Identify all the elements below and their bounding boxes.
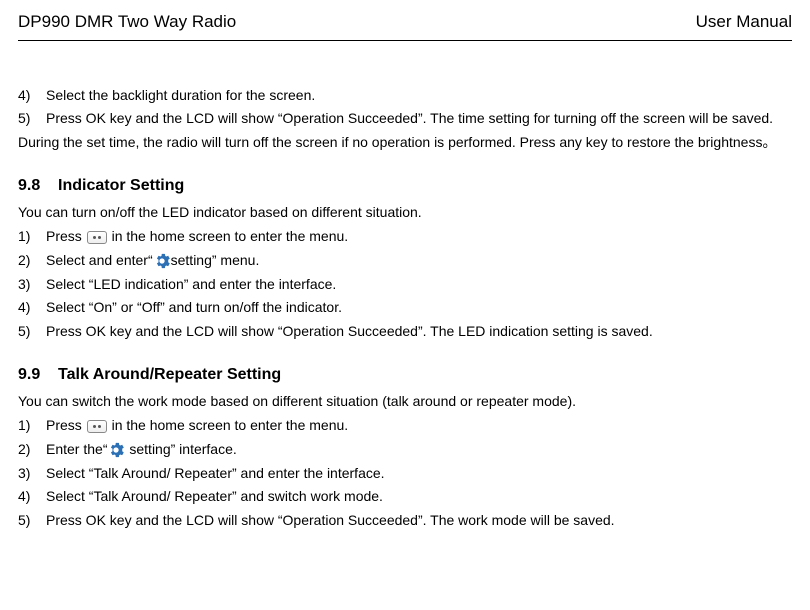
list-item: 5)Press OK key and the LCD will show “Op…: [18, 109, 792, 129]
list-number: 2): [18, 440, 46, 460]
gear-icon: [153, 251, 171, 271]
list-item: 4)Select the backlight duration for the …: [18, 86, 792, 106]
list-number: 4): [18, 487, 46, 507]
list-number: 5): [18, 511, 46, 531]
list-text: setting” interface.: [125, 441, 236, 457]
menu-key-icon: [86, 416, 108, 436]
list-item: 2)Select and enter“ setting” menu.: [18, 251, 792, 271]
list-item: 3)Select “Talk Around/ Repeater” and ent…: [18, 464, 792, 484]
section-number: 9.9: [18, 366, 40, 383]
list-text: Press OK key and the LCD will show “Oper…: [46, 110, 773, 126]
page-header: DP990 DMR Two Way Radio User Manual: [18, 10, 792, 41]
list-number: 5): [18, 322, 46, 342]
list-item: 4)Select “On” or “Off” and turn on/off t…: [18, 298, 792, 318]
section-heading: 9.9 Talk Around/Repeater Setting: [18, 364, 792, 386]
list-number: 2): [18, 251, 46, 271]
list-item: 3)Select “LED indication” and enter the …: [18, 275, 792, 295]
header-doc-title: User Manual: [696, 10, 792, 34]
list-text: Select “Talk Around/ Repeater” and switc…: [46, 488, 383, 504]
list-text: Press OK key and the LCD will show “Oper…: [46, 323, 653, 339]
list-text: Select and enter“: [46, 252, 153, 268]
document-body: 4)Select the backlight duration for the …: [18, 86, 792, 531]
list-text: Press: [46, 228, 82, 244]
list-number: 1): [18, 227, 46, 247]
list-item: 5)Press OK key and the LCD will show “Op…: [18, 322, 792, 342]
list-number: 3): [18, 464, 46, 484]
list-text: Select “On” or “Off” and turn on/off the…: [46, 299, 342, 315]
list-text: Select “LED indication” and enter the in…: [46, 276, 336, 292]
list-item: 1)Press in the home screen to enter the …: [18, 227, 792, 247]
gear-icon: [107, 440, 125, 460]
paragraph: During the set time, the radio will turn…: [18, 133, 792, 153]
list-number: 4): [18, 298, 46, 318]
section-number: 9.8: [18, 177, 40, 194]
list-item: 4)Select “Talk Around/ Repeater” and swi…: [18, 487, 792, 507]
list-item: 5)Press OK key and the LCD will show “Op…: [18, 511, 792, 531]
list-text: Select “Talk Around/ Repeater” and enter…: [46, 465, 385, 481]
list-number: 4): [18, 86, 46, 106]
list-number: 5): [18, 109, 46, 129]
list-text: in the home screen to enter the menu.: [112, 228, 349, 244]
list-text: setting” menu.: [171, 252, 260, 268]
section-heading: 9.8 Indicator Setting: [18, 175, 792, 197]
list-text: Select the backlight duration for the sc…: [46, 87, 315, 103]
section-title: Talk Around/Repeater Setting: [58, 366, 281, 383]
paragraph: You can turn on/off the LED indicator ba…: [18, 203, 792, 223]
menu-key-icon: [86, 227, 108, 247]
list-text: in the home screen to enter the menu.: [112, 417, 349, 433]
paragraph: You can switch the work mode based on di…: [18, 392, 792, 412]
list-item: 2)Enter the“ setting” interface.: [18, 440, 792, 460]
list-text: Press OK key and the LCD will show “Oper…: [46, 512, 615, 528]
list-text: Enter the“: [46, 441, 107, 457]
header-product-name: DP990 DMR Two Way Radio: [18, 10, 236, 34]
section-title: Indicator Setting: [58, 177, 184, 194]
list-number: 1): [18, 416, 46, 436]
list-number: 3): [18, 275, 46, 295]
list-text: Press: [46, 417, 82, 433]
list-item: 1)Press in the home screen to enter the …: [18, 416, 792, 436]
